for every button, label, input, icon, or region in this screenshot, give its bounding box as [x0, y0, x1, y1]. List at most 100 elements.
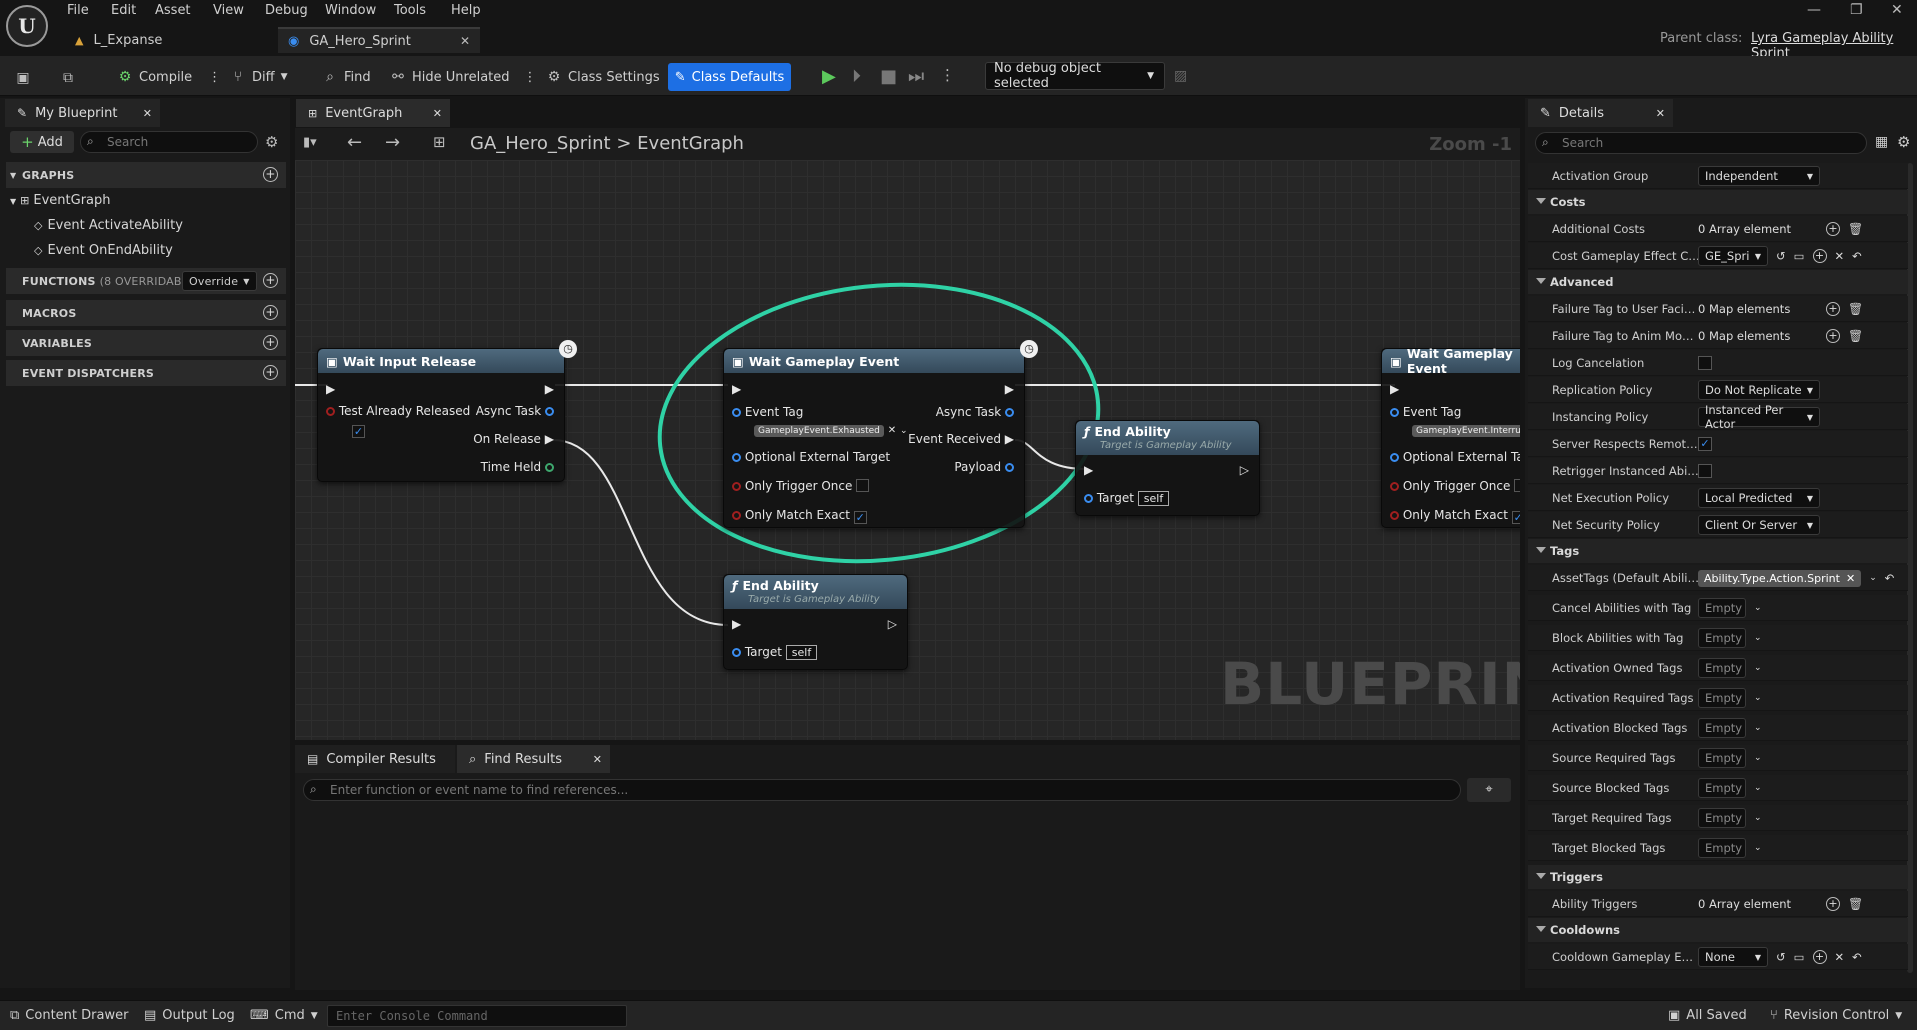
details-section[interactable]: Cooldowns	[1528, 918, 1908, 942]
chevron-down-icon[interactable]: ⌄	[1754, 783, 1762, 793]
blueprint-search-input[interactable]: ⌕ Search	[80, 131, 258, 153]
output-log-button[interactable]: ▤ Output Log	[144, 1008, 235, 1023]
stop-icon[interactable]: ■	[880, 66, 897, 87]
menu-view[interactable]: View	[213, 3, 244, 18]
property-select[interactable]: Independent ▼	[1698, 166, 1820, 186]
property-checkbox[interactable]	[1698, 464, 1712, 478]
self-value[interactable]: self	[1137, 491, 1170, 506]
node-wait-gameplay-event-2[interactable]: ▣ Wait Gameplay Event ▶ Event Tag Gamepla…	[1381, 346, 1520, 528]
exec-in-pin[interactable]: ▶	[326, 382, 335, 396]
use-selected-icon[interactable]: ↺	[1776, 249, 1786, 263]
test-released-pin[interactable]: Test Already Released	[326, 404, 470, 418]
chevron-down-icon[interactable]: ⌄	[1754, 663, 1762, 673]
exec-out-pin[interactable]: ▶	[545, 382, 554, 396]
add-element-icon[interactable]: +	[1826, 302, 1840, 316]
add-element-icon[interactable]: +	[1826, 329, 1840, 343]
target-pin[interactable]: Target self	[732, 645, 818, 660]
trigger-once-pin[interactable]: Only Trigger Once	[1390, 479, 1520, 493]
async-task-pin[interactable]: Async Task	[476, 404, 554, 418]
clear-tag-icon[interactable]: ✕	[1846, 572, 1855, 585]
tag-container-picker[interactable]: Empty	[1698, 628, 1746, 648]
override-select[interactable]: Override ▼	[182, 271, 257, 291]
simulate-icon[interactable]: ⏭	[908, 66, 924, 87]
exec-out-pin[interactable]: ▷	[1240, 463, 1249, 477]
class-defaults-button[interactable]: ✎ Class Defaults	[668, 63, 791, 91]
event-tag-pin[interactable]: Event Tag	[732, 405, 803, 419]
close-icon[interactable]: ✕	[460, 34, 470, 48]
node-wait-input-release[interactable]: ▣ Wait Input Release ▶ ▶ Test Already Rel…	[317, 348, 565, 482]
browse-icon[interactable]: ⧉	[60, 67, 76, 89]
tag-container-picker[interactable]: Empty	[1698, 598, 1746, 618]
add-button[interactable]: + Add	[10, 131, 74, 153]
tab-blueprint[interactable]: ◉ GA_Hero_Sprint ✕	[278, 27, 480, 53]
save-icon[interactable]: ▣	[15, 67, 31, 89]
close-icon[interactable]: ✕	[593, 753, 602, 766]
trash-icon[interactable]: 🗑	[1848, 329, 1863, 343]
tag-container-picker[interactable]: Empty	[1698, 808, 1746, 828]
menu-edit[interactable]: Edit	[111, 3, 136, 18]
chevron-down-icon[interactable]: ⌄	[1754, 693, 1762, 703]
add-element-icon[interactable]: +	[1826, 897, 1840, 911]
details-section[interactable]: Costs	[1528, 190, 1908, 214]
menu-asset[interactable]: Asset	[155, 3, 191, 18]
event-tag-pin[interactable]: Event Tag	[1390, 405, 1461, 419]
find-button[interactable]: ⌕ Find	[322, 66, 371, 88]
settings-gear-icon[interactable]: ⚙	[265, 133, 278, 151]
back-arrow-icon[interactable]: ←	[347, 132, 362, 153]
hide-unrelated-button[interactable]: ⚯ Hide Unrelated ⋮	[390, 66, 536, 88]
match-exact-checkbox[interactable]: ✓	[853, 511, 867, 524]
section-macros[interactable]: MACROS +	[6, 300, 286, 326]
table-view-icon[interactable]: ▦	[1875, 134, 1888, 150]
payload-pin[interactable]: Payload	[954, 460, 1014, 474]
revision-control-button[interactable]: ⑂ Revision Control ▼	[1770, 1008, 1902, 1023]
chevron-down-icon[interactable]: ⌄	[1754, 723, 1762, 733]
section-graphs[interactable]: ▼ GRAPHS +	[6, 162, 286, 188]
settings-gear-icon[interactable]: ⚙	[1897, 133, 1910, 151]
tag-container-picker[interactable]: Empty	[1698, 838, 1746, 858]
play-icon[interactable]: ▶	[822, 66, 836, 87]
asset-picker[interactable]: GE_Spri ▼	[1698, 246, 1768, 266]
chevron-down-icon[interactable]: ⌄	[1754, 633, 1762, 643]
menu-debug[interactable]: Debug	[265, 3, 308, 18]
close-icon[interactable]: ✕	[433, 107, 442, 120]
tag-container-picker[interactable]: Empty	[1698, 688, 1746, 708]
chevron-down-icon[interactable]: ⌄	[1754, 603, 1762, 613]
node-end-ability-1[interactable]: ƒ End Ability Target is Gameplay Ability ▶…	[1075, 420, 1260, 516]
chevron-down-icon[interactable]: ⌄	[1754, 753, 1762, 763]
tree-event-graph[interactable]: ▼ ⊞ EventGraph	[10, 193, 111, 208]
trash-icon[interactable]: 🗑	[1848, 222, 1863, 236]
reset-arrow-icon[interactable]: ↶	[1885, 571, 1895, 585]
property-select[interactable]: Client Or Server ▼	[1698, 515, 1820, 535]
all-saved-indicator[interactable]: ▣ All Saved	[1668, 1008, 1747, 1023]
browse-folder-icon[interactable]: ▭	[1794, 950, 1805, 964]
chevron-down-icon[interactable]: ⌄	[1754, 813, 1762, 823]
bookmark-icon[interactable]: ▮▾	[303, 135, 317, 150]
add-dispatcher-icon[interactable]: +	[263, 365, 278, 380]
debug-object-select[interactable]: No debug object selected ▼	[985, 61, 1165, 91]
exec-in-pin[interactable]: ▶	[732, 382, 741, 396]
menu-help[interactable]: Help	[451, 3, 481, 18]
content-drawer-button[interactable]: ⧉ Content Drawer	[10, 1008, 128, 1023]
add-element-icon[interactable]: +	[1826, 222, 1840, 236]
node-wait-gameplay-event[interactable]: ▣ Wait Gameplay Event ▶ ▶ Event Tag Gamep…	[723, 348, 1025, 528]
add-function-icon[interactable]: +	[263, 273, 278, 288]
compile-button[interactable]: ⚙ Compile ⋮	[117, 66, 221, 88]
clear-icon[interactable]: ✕	[1835, 249, 1845, 263]
tree-event-activate[interactable]: ◇ Event ActivateAbility	[34, 218, 183, 233]
forward-arrow-icon[interactable]: →	[385, 132, 400, 153]
section-variables[interactable]: VARIABLES +	[6, 330, 286, 356]
details-search-input[interactable]: ⌕ Search	[1535, 132, 1867, 154]
restore-icon[interactable]: ❐	[1850, 2, 1863, 18]
async-task-pin[interactable]: Async Task	[936, 405, 1014, 419]
property-checkbox[interactable]: ✓	[1698, 437, 1712, 451]
unreal-logo-icon[interactable]: U	[6, 5, 48, 47]
event-tag-value[interactable]: GameplayEvent.Exhausted ✕ ⌄	[754, 422, 908, 437]
trash-icon[interactable]: 🗑	[1848, 897, 1863, 911]
cmd-select[interactable]: ⌨ Cmd ▼	[250, 1008, 318, 1023]
event-received-pin[interactable]: Event Received ▶	[908, 432, 1014, 446]
event-tag-value[interactable]: GameplayEvent.Interrupt	[1412, 422, 1520, 437]
section-dispatchers[interactable]: EVENT DISPATCHERS +	[6, 360, 286, 386]
clear-icon[interactable]: ✕	[1835, 950, 1845, 964]
exec-in-pin[interactable]: ▶	[1390, 382, 1399, 396]
details-section[interactable]: Tags	[1528, 539, 1908, 563]
